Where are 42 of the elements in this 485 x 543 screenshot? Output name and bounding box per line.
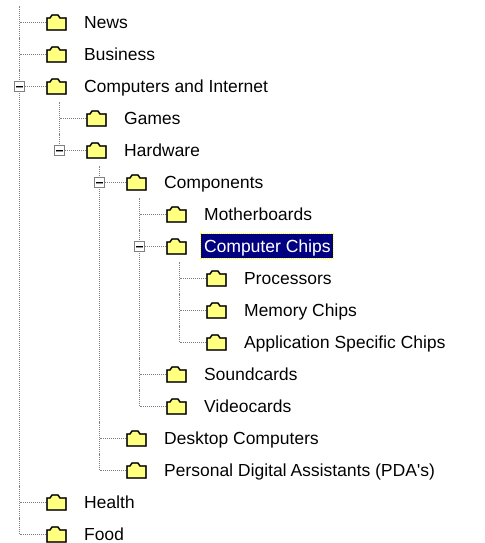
folder-icon <box>206 302 227 318</box>
folder-icon <box>166 366 187 382</box>
tree-item[interactable]: Computers and Internet <box>81 74 271 98</box>
tree-item[interactable]: Computer Chips <box>201 234 334 258</box>
folder-icon <box>166 206 187 222</box>
folder-icon <box>86 110 107 126</box>
tree-item[interactable]: Soundcards <box>201 362 300 386</box>
collapse-toggle[interactable] <box>14 81 25 92</box>
tree-item[interactable]: Food <box>81 522 127 543</box>
collapse-toggle[interactable] <box>134 241 145 252</box>
tree-item[interactable]: Personal Digital Assistants (PDA's) <box>161 458 438 482</box>
folder-icon <box>126 462 147 478</box>
tree-item[interactable]: Hardware <box>121 138 203 162</box>
tree-item[interactable]: Games <box>121 106 184 130</box>
folder-icon <box>46 526 67 542</box>
collapse-toggle[interactable] <box>54 145 65 156</box>
minus-icon <box>136 243 143 250</box>
folder-icon <box>46 494 67 510</box>
collapse-toggle[interactable] <box>94 177 105 188</box>
minus-icon <box>56 147 63 154</box>
folder-icon <box>166 238 187 254</box>
tree-item[interactable]: Business <box>81 42 158 66</box>
folder-icon <box>206 334 227 350</box>
folder-icon <box>166 398 187 414</box>
tree-item[interactable]: Components <box>161 170 266 194</box>
minus-icon <box>96 179 103 186</box>
tree-item[interactable]: Desktop Computers <box>161 426 322 450</box>
tree-item[interactable]: Videocards <box>201 394 294 418</box>
tree-item[interactable]: Application Specific Chips <box>241 330 448 354</box>
tree-item[interactable]: News <box>81 10 131 34</box>
folder-icon <box>46 46 67 62</box>
tree-item[interactable]: Health <box>81 490 138 514</box>
folder-icon <box>206 270 227 286</box>
folder-icon <box>126 174 147 190</box>
folder-icon <box>86 142 107 158</box>
tree-item[interactable]: Motherboards <box>201 202 315 226</box>
tree-item[interactable]: Processors <box>241 266 335 290</box>
tree-item[interactable]: Memory Chips <box>241 298 360 322</box>
folder-icon <box>46 14 67 30</box>
folder-icon <box>126 430 147 446</box>
minus-icon <box>16 83 23 90</box>
folder-icon <box>46 78 67 94</box>
